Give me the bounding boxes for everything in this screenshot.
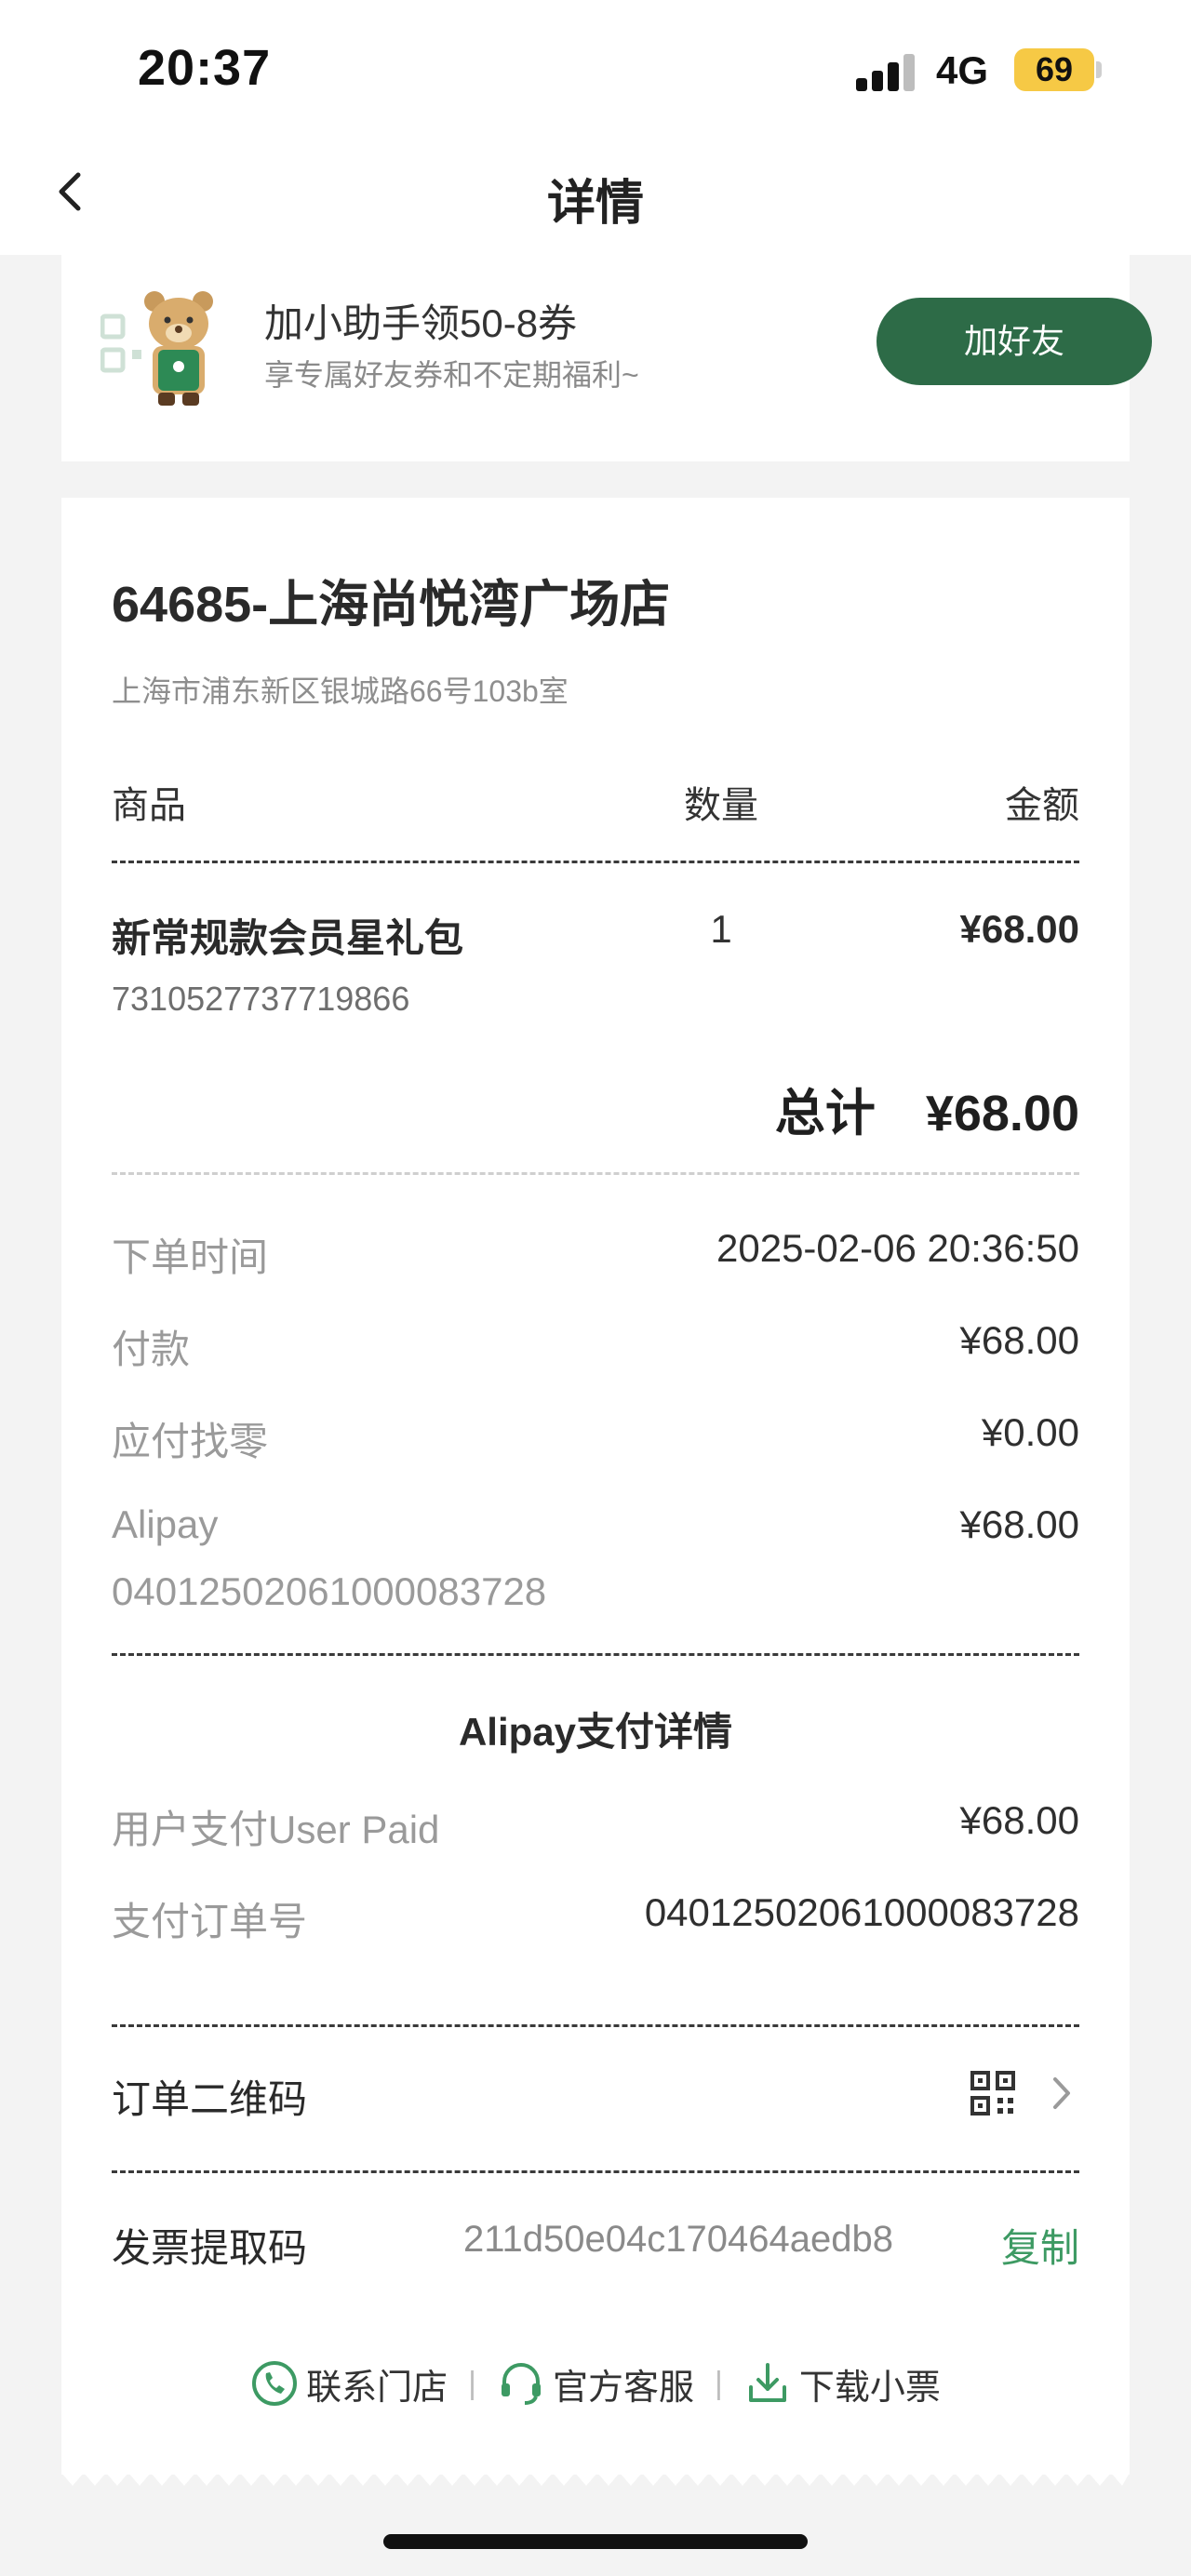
home-indicator: [383, 2534, 808, 2549]
payment-label: 支付订单号: [112, 1900, 308, 1943]
receipt-card: 64685-上海尚悦湾广场店 上海市浦东新区银城路66号103b室 商品 数量 …: [61, 498, 1130, 2486]
alipay-reference: 0401250206100008372​8: [112, 1569, 547, 1613]
promo-card: 加小助手领50-8券 享专属好友券和不定期福利~ 加好友: [61, 255, 1152, 461]
battery-tip: [1096, 61, 1102, 78]
page-title: 详情: [546, 177, 644, 231]
separator: |: [468, 2365, 476, 2401]
detail-value: ¥68.00: [959, 1502, 1079, 1546]
header-quantity: 数量: [684, 785, 758, 826]
payment-value: ¥68.00: [959, 1798, 1079, 1842]
store-address: 上海市浦东新区银城路66号103b室: [112, 674, 569, 708]
total-label: 总计: [774, 1086, 876, 1141]
promo-title: 加小助手领50-8券: [264, 301, 578, 345]
contact-store-link[interactable]: 联系门店: [250, 2358, 448, 2409]
nav-bar: 详情: [0, 140, 1191, 255]
copy-button[interactable]: 复制: [1001, 2217, 1079, 2274]
order-qr-label: 订单二维码: [112, 2077, 308, 2121]
total-row: 总计 ¥68.00: [775, 1072, 1079, 1145]
detail-label: Alipay: [112, 1502, 219, 1546]
item-code: 7310527737719866: [112, 980, 410, 1018]
network-type: 4G: [936, 48, 989, 92]
invoice-code-label: 发票提取码: [112, 2226, 308, 2270]
customer-service-label: 官方客服: [552, 2368, 694, 2408]
download-icon: [748, 2363, 786, 2402]
download-receipt-link[interactable]: 下载小票: [743, 2358, 941, 2409]
detail-value: 2025-02-06 20:36:50: [716, 1226, 1079, 1270]
payment-value: 04012502061000083728: [644, 1890, 1079, 1934]
order-qr-row[interactable]: 订单二维码: [61, 2042, 1130, 2141]
detail-value: ¥0.00: [981, 1410, 1079, 1454]
headset-icon: [501, 2363, 541, 2405]
status-time: 20:37: [138, 40, 272, 96]
battery-icon: 69: [1014, 48, 1094, 91]
qr-code-icon: [970, 2071, 1015, 2116]
footer-links: 联系门店 | 官方客服 | 下载小票: [61, 2356, 1130, 2411]
separator: |: [715, 2365, 723, 2401]
item-quantity: 1: [710, 907, 732, 951]
receipt-zigzag-edge: [61, 2473, 1130, 2486]
total-value: ¥68.00: [925, 1086, 1079, 1141]
promo-subtitle: 享专属好友券和不定期福利~: [264, 358, 639, 392]
header-product: 商品: [112, 785, 186, 826]
divider: [112, 1653, 1079, 1656]
item-amount: ¥68.00: [959, 907, 1079, 951]
detail-value: ¥68.00: [959, 1318, 1079, 1362]
divider: [112, 861, 1079, 863]
store-name: 64685-上海尚悦湾广场店: [112, 577, 671, 633]
status-bar: 20:37 4G 69: [0, 0, 1191, 140]
header-amount: 金额: [1005, 785, 1079, 826]
item-name: 新常规款会员星礼包: [112, 916, 464, 960]
bear-mascot-icon: [100, 291, 213, 406]
divider: [112, 1172, 1079, 1175]
divider: [112, 2024, 1079, 2027]
phone-icon: [252, 2361, 298, 2406]
divider: [112, 2170, 1079, 2173]
detail-label: 下单时间: [112, 1235, 269, 1279]
download-receipt-label: 下载小票: [798, 2368, 941, 2408]
detail-label: 应付找零: [112, 1420, 269, 1463]
signal-icon: [856, 54, 916, 91]
chevron-right-icon: [1053, 2077, 1070, 2109]
add-friend-button[interactable]: 加好友: [877, 298, 1152, 385]
contact-store-label: 联系门店: [306, 2368, 448, 2408]
payment-label: 用户支付User Paid: [112, 1808, 440, 1851]
customer-service-link[interactable]: 官方客服: [497, 2358, 694, 2409]
payment-details-title: Alipay支付详情: [458, 1710, 733, 1754]
detail-label: 付款: [112, 1328, 191, 1371]
invoice-code-value: 211d50e04c170464aedb8: [463, 2219, 893, 2260]
